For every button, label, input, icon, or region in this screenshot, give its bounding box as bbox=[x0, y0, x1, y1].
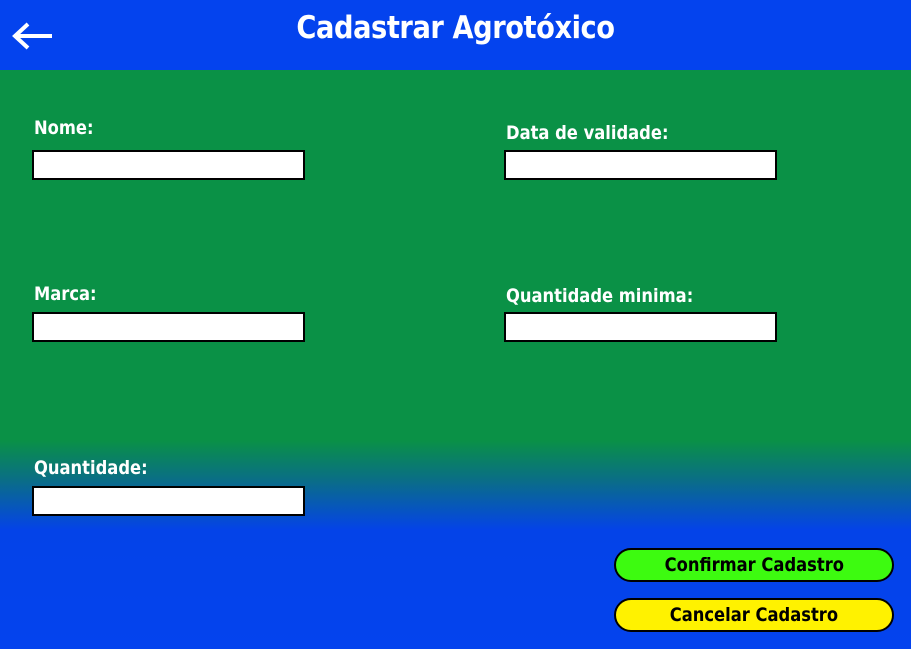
data-validade-label: Data de validade: bbox=[506, 122, 669, 144]
nome-input[interactable] bbox=[32, 150, 305, 180]
nome-label: Nome: bbox=[34, 117, 94, 139]
data-validade-input[interactable] bbox=[504, 150, 777, 180]
confirm-button-label: Confirmar Cadastro bbox=[664, 554, 844, 576]
arrow-left-icon bbox=[12, 22, 52, 50]
marca-label: Marca: bbox=[34, 283, 97, 305]
marca-input[interactable] bbox=[32, 312, 305, 342]
quantidade-minima-input[interactable] bbox=[504, 312, 777, 342]
cancel-button-label: Cancelar Cadastro bbox=[669, 604, 839, 626]
quantidade-input[interactable] bbox=[32, 486, 305, 516]
header-bar: Cadastrar Agrotóxico bbox=[0, 0, 911, 70]
confirm-button[interactable]: Confirmar Cadastro bbox=[614, 548, 894, 582]
quantidade-label: Quantidade: bbox=[34, 457, 148, 479]
back-button[interactable] bbox=[10, 20, 54, 52]
page-title: Cadastrar Agrotóxico bbox=[296, 10, 615, 46]
cancel-button[interactable]: Cancelar Cadastro bbox=[614, 598, 894, 632]
quantidade-minima-label: Quantidade minima: bbox=[506, 285, 694, 307]
